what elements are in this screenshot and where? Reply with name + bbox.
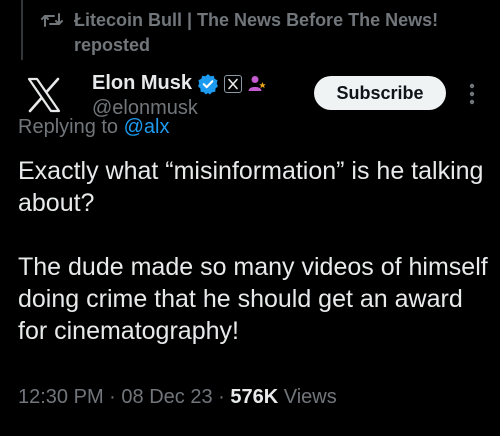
repost-icon: [41, 13, 63, 27]
reply-target-link[interactable]: @alx: [124, 116, 170, 138]
more-options-icon[interactable]: [462, 81, 482, 107]
replying-to-label: Replying to: [18, 116, 119, 138]
x-affiliate-badge-icon[interactable]: [224, 74, 243, 93]
tweet-paragraph-1: Exactly what “misinformation” is he talk…: [18, 157, 484, 217]
thread-connector-line: [21, 0, 23, 60]
meta-separator: ·: [212, 386, 231, 408]
avatar[interactable]: [8, 70, 80, 120]
tweet-meta: 12:30 PM · 08 Dec 23 · 576K Views: [18, 386, 337, 409]
tweet-time[interactable]: 12:30 PM: [18, 386, 104, 408]
meta-separator: ·: [103, 386, 122, 408]
repost-text[interactable]: Łitecoin Bull | The News Before The News…: [74, 8, 490, 58]
subscribe-button[interactable]: Subscribe: [314, 76, 446, 110]
replying-to-line: Replying to @alx: [18, 116, 170, 139]
views-label: Views: [278, 386, 337, 408]
views-count: 576K: [230, 386, 279, 408]
tweet-date[interactable]: 08 Dec 23: [121, 386, 212, 408]
affiliate-person-icon[interactable]: [247, 74, 267, 94]
tweet-body: Exactly what “misinformation” is he talk…: [18, 155, 488, 347]
repost-header: Łitecoin Bull | The News Before The News…: [40, 8, 490, 58]
tweet-paragraph-2: The dude made so many videos of himself …: [18, 253, 488, 345]
x-logo-icon: [27, 77, 61, 113]
verified-badge-icon[interactable]: [197, 73, 219, 95]
author-name-row: Elon Musk: [92, 72, 267, 95]
author-display-name[interactable]: Elon Musk: [92, 72, 192, 95]
